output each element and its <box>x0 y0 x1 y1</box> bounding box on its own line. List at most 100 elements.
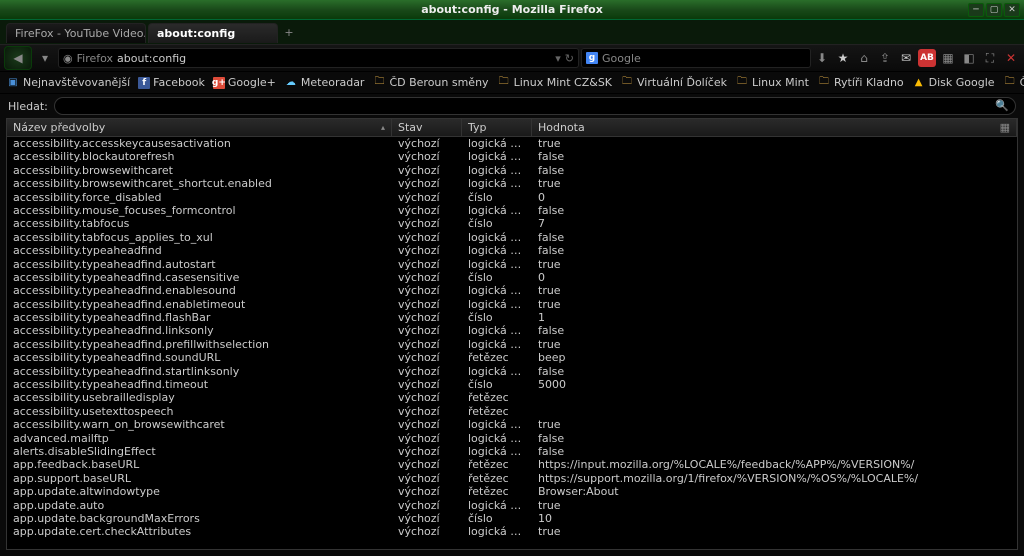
table-row[interactable]: accessibility.typeaheadfind.enabletimeou… <box>7 298 1017 311</box>
weather-icon: ☁ <box>284 76 298 90</box>
pref-type: řetězec <box>462 458 532 471</box>
pref-name: accessibility.typeaheadfind.timeout <box>7 378 392 391</box>
pref-name: app.feedback.baseURL <box>7 458 392 471</box>
pref-type: logická hod… <box>462 324 532 337</box>
forward-button[interactable]: ▾ <box>34 47 56 69</box>
column-header-type[interactable]: Typ <box>462 119 532 136</box>
reload-icon[interactable]: ↻ <box>565 52 574 65</box>
table-row[interactable]: accessibility.typeaheadfindvýchozílogick… <box>7 244 1017 257</box>
table-row[interactable]: accessibility.tabfocus_applies_to_xulvýc… <box>7 231 1017 244</box>
tool-icon-1[interactable]: ▦ <box>939 49 957 67</box>
pref-name: app.support.baseURL <box>7 472 392 485</box>
pref-name: accessibility.blockautorefresh <box>7 150 392 163</box>
table-row[interactable]: accessibility.usebrailledisplayvýchozíře… <box>7 391 1017 404</box>
search-bar[interactable]: g Google <box>581 48 811 68</box>
pref-name: accessibility.usetexttospeech <box>7 405 392 418</box>
pref-status: výchozí <box>392 258 462 271</box>
table-row[interactable]: accessibility.typeaheadfind.enablesoundv… <box>7 284 1017 297</box>
column-header-status[interactable]: Stav <box>392 119 462 136</box>
pref-status: výchozí <box>392 324 462 337</box>
dropdown-icon[interactable]: ▾ <box>555 52 561 65</box>
table-row[interactable]: app.update.altwindowtypevýchozířetězecBr… <box>7 485 1017 498</box>
fullscreen-icon[interactable]: ⛶ <box>981 49 999 67</box>
table-row[interactable]: accessibility.warn_on_browsewithcaretvýc… <box>7 418 1017 431</box>
browser-tab[interactable]: FireFox - YouTube Video... <box>6 23 146 43</box>
column-header-value[interactable]: Hodnota ▦ <box>532 119 1017 136</box>
table-row[interactable]: accessibility.blockautorefreshvýchozílog… <box>7 150 1017 163</box>
browser-tab[interactable]: about:config <box>148 23 278 43</box>
adblock-icon[interactable]: AB <box>918 49 936 67</box>
pref-type: řetězec <box>462 405 532 418</box>
pref-value: false <box>532 324 1017 337</box>
pref-name: app.update.backgroundMaxErrors <box>7 512 392 525</box>
bookmark-item[interactable]: ▲Disk Google <box>912 76 995 90</box>
bookmark-label: Facebook <box>153 76 205 89</box>
table-row[interactable]: accessibility.typeaheadfind.soundURLvých… <box>7 351 1017 364</box>
pref-type: logická hod… <box>462 432 532 445</box>
bookmark-label: Meteoradar <box>301 76 365 89</box>
table-row[interactable]: accessibility.typeaheadfind.prefillwiths… <box>7 338 1017 351</box>
pref-status: výchozí <box>392 164 462 177</box>
table-row[interactable]: accessibility.force_disabledvýchozíčíslo… <box>7 191 1017 204</box>
table-row[interactable]: accessibility.typeaheadfind.timeoutvýcho… <box>7 378 1017 391</box>
bookmark-item[interactable]: ☁Meteoradar <box>284 76 365 90</box>
pref-name: accessibility.typeaheadfind.enablesound <box>7 284 392 297</box>
close-icon[interactable]: ✕ <box>1002 49 1020 67</box>
new-tab-button[interactable]: + <box>280 24 298 42</box>
table-row[interactable]: accessibility.typeaheadfind.autostartvýc… <box>7 258 1017 271</box>
pref-name: accessibility.tabfocus <box>7 217 392 230</box>
table-row[interactable]: app.update.cert.checkAttributesvýchozílo… <box>7 525 1017 538</box>
bookmark-item[interactable]: ▣Nejnavštěvovanější <box>6 76 130 90</box>
bookmark-item[interactable]: 🗀Linux Mint CZ&SK <box>497 76 612 90</box>
site-identity-icon: ◉ <box>63 52 73 65</box>
table-row[interactable]: app.support.baseURLvýchozířetězechttps:/… <box>7 472 1017 485</box>
bookmark-item[interactable]: fFacebook <box>138 76 205 89</box>
mail-icon[interactable]: ✉ <box>897 49 915 67</box>
table-row[interactable]: app.update.autovýchozílogická hod…true <box>7 499 1017 512</box>
pref-status: výchozí <box>392 351 462 364</box>
pref-status: výchozí <box>392 191 462 204</box>
back-button[interactable]: ◀ <box>4 46 32 70</box>
maximize-button[interactable]: ▢ <box>986 3 1002 17</box>
table-row[interactable]: accessibility.typeaheadfind.casesensitiv… <box>7 271 1017 284</box>
table-row[interactable]: accessibility.accesskeycausesactivationv… <box>7 137 1017 150</box>
table-row[interactable]: accessibility.mouse_focuses_formcontrolv… <box>7 204 1017 217</box>
table-row[interactable]: accessibility.tabfocusvýchozíčíslo7 <box>7 217 1017 230</box>
column-header-name[interactable]: Název předvolby ▴ <box>7 119 392 136</box>
bookmark-item[interactable]: 🗀Linux Mint <box>735 76 809 90</box>
preferences-table: Název předvolby ▴ Stav Typ Hodnota ▦ acc… <box>6 118 1018 550</box>
share-icon[interactable]: ⇪ <box>876 49 894 67</box>
table-row[interactable]: advanced.mailftpvýchozílogická hod…false <box>7 432 1017 445</box>
bookmark-item[interactable]: 🗀ČD Beroun směny <box>372 76 488 90</box>
table-row[interactable]: accessibility.browsewithcaret_shortcut.e… <box>7 177 1017 190</box>
url-bar[interactable]: ◉ Firefox about:config ▾ ↻ <box>58 48 579 68</box>
table-row[interactable]: accessibility.usetexttospeechvýchozířetě… <box>7 405 1017 418</box>
minimize-button[interactable]: ─ <box>968 3 984 17</box>
table-row[interactable]: alerts.disableSlidingEffectvýchozílogick… <box>7 445 1017 458</box>
bookmark-item[interactable]: 🗀ČD Beroun směny <box>1003 76 1024 90</box>
table-row[interactable]: app.feedback.baseURLvýchozířetězechttps:… <box>7 458 1017 471</box>
table-row[interactable]: accessibility.typeaheadfind.flashBarvých… <box>7 311 1017 324</box>
downloads-icon[interactable]: ⬇ <box>813 49 831 67</box>
preference-search-input[interactable]: 🔍 <box>54 97 1016 115</box>
bookmark-item[interactable]: g+Google+ <box>213 76 276 89</box>
bookmark-star-icon[interactable]: ★ <box>834 49 852 67</box>
pref-status: výchozí <box>392 445 462 458</box>
table-row[interactable]: accessibility.browsewithcaretvýchozílogi… <box>7 164 1017 177</box>
pref-type: logická hod… <box>462 499 532 512</box>
home-icon[interactable]: ⌂ <box>855 49 873 67</box>
table-row[interactable]: accessibility.typeaheadfind.startlinkson… <box>7 365 1017 378</box>
close-button[interactable]: ✕ <box>1004 3 1020 17</box>
column-picker-icon[interactable]: ▦ <box>1000 121 1010 134</box>
pref-name: accessibility.typeaheadfind.startlinkson… <box>7 365 392 378</box>
pref-value: 10 <box>532 512 1017 525</box>
table-row[interactable]: app.update.backgroundMaxErrorsvýchozíčís… <box>7 512 1017 525</box>
pref-type: číslo <box>462 271 532 284</box>
tool-icon-2[interactable]: ◧ <box>960 49 978 67</box>
table-body[interactable]: accessibility.accesskeycausesactivationv… <box>7 137 1017 549</box>
bookmark-item[interactable]: 🗀Rytíři Kladno <box>817 76 904 90</box>
table-header: Název předvolby ▴ Stav Typ Hodnota ▦ <box>7 119 1017 137</box>
bookmark-item[interactable]: 🗀Virtuální Ďolíček <box>620 76 727 90</box>
table-row[interactable]: accessibility.typeaheadfind.linksonlyvýc… <box>7 324 1017 337</box>
bookmark-label: Google+ <box>228 76 276 89</box>
